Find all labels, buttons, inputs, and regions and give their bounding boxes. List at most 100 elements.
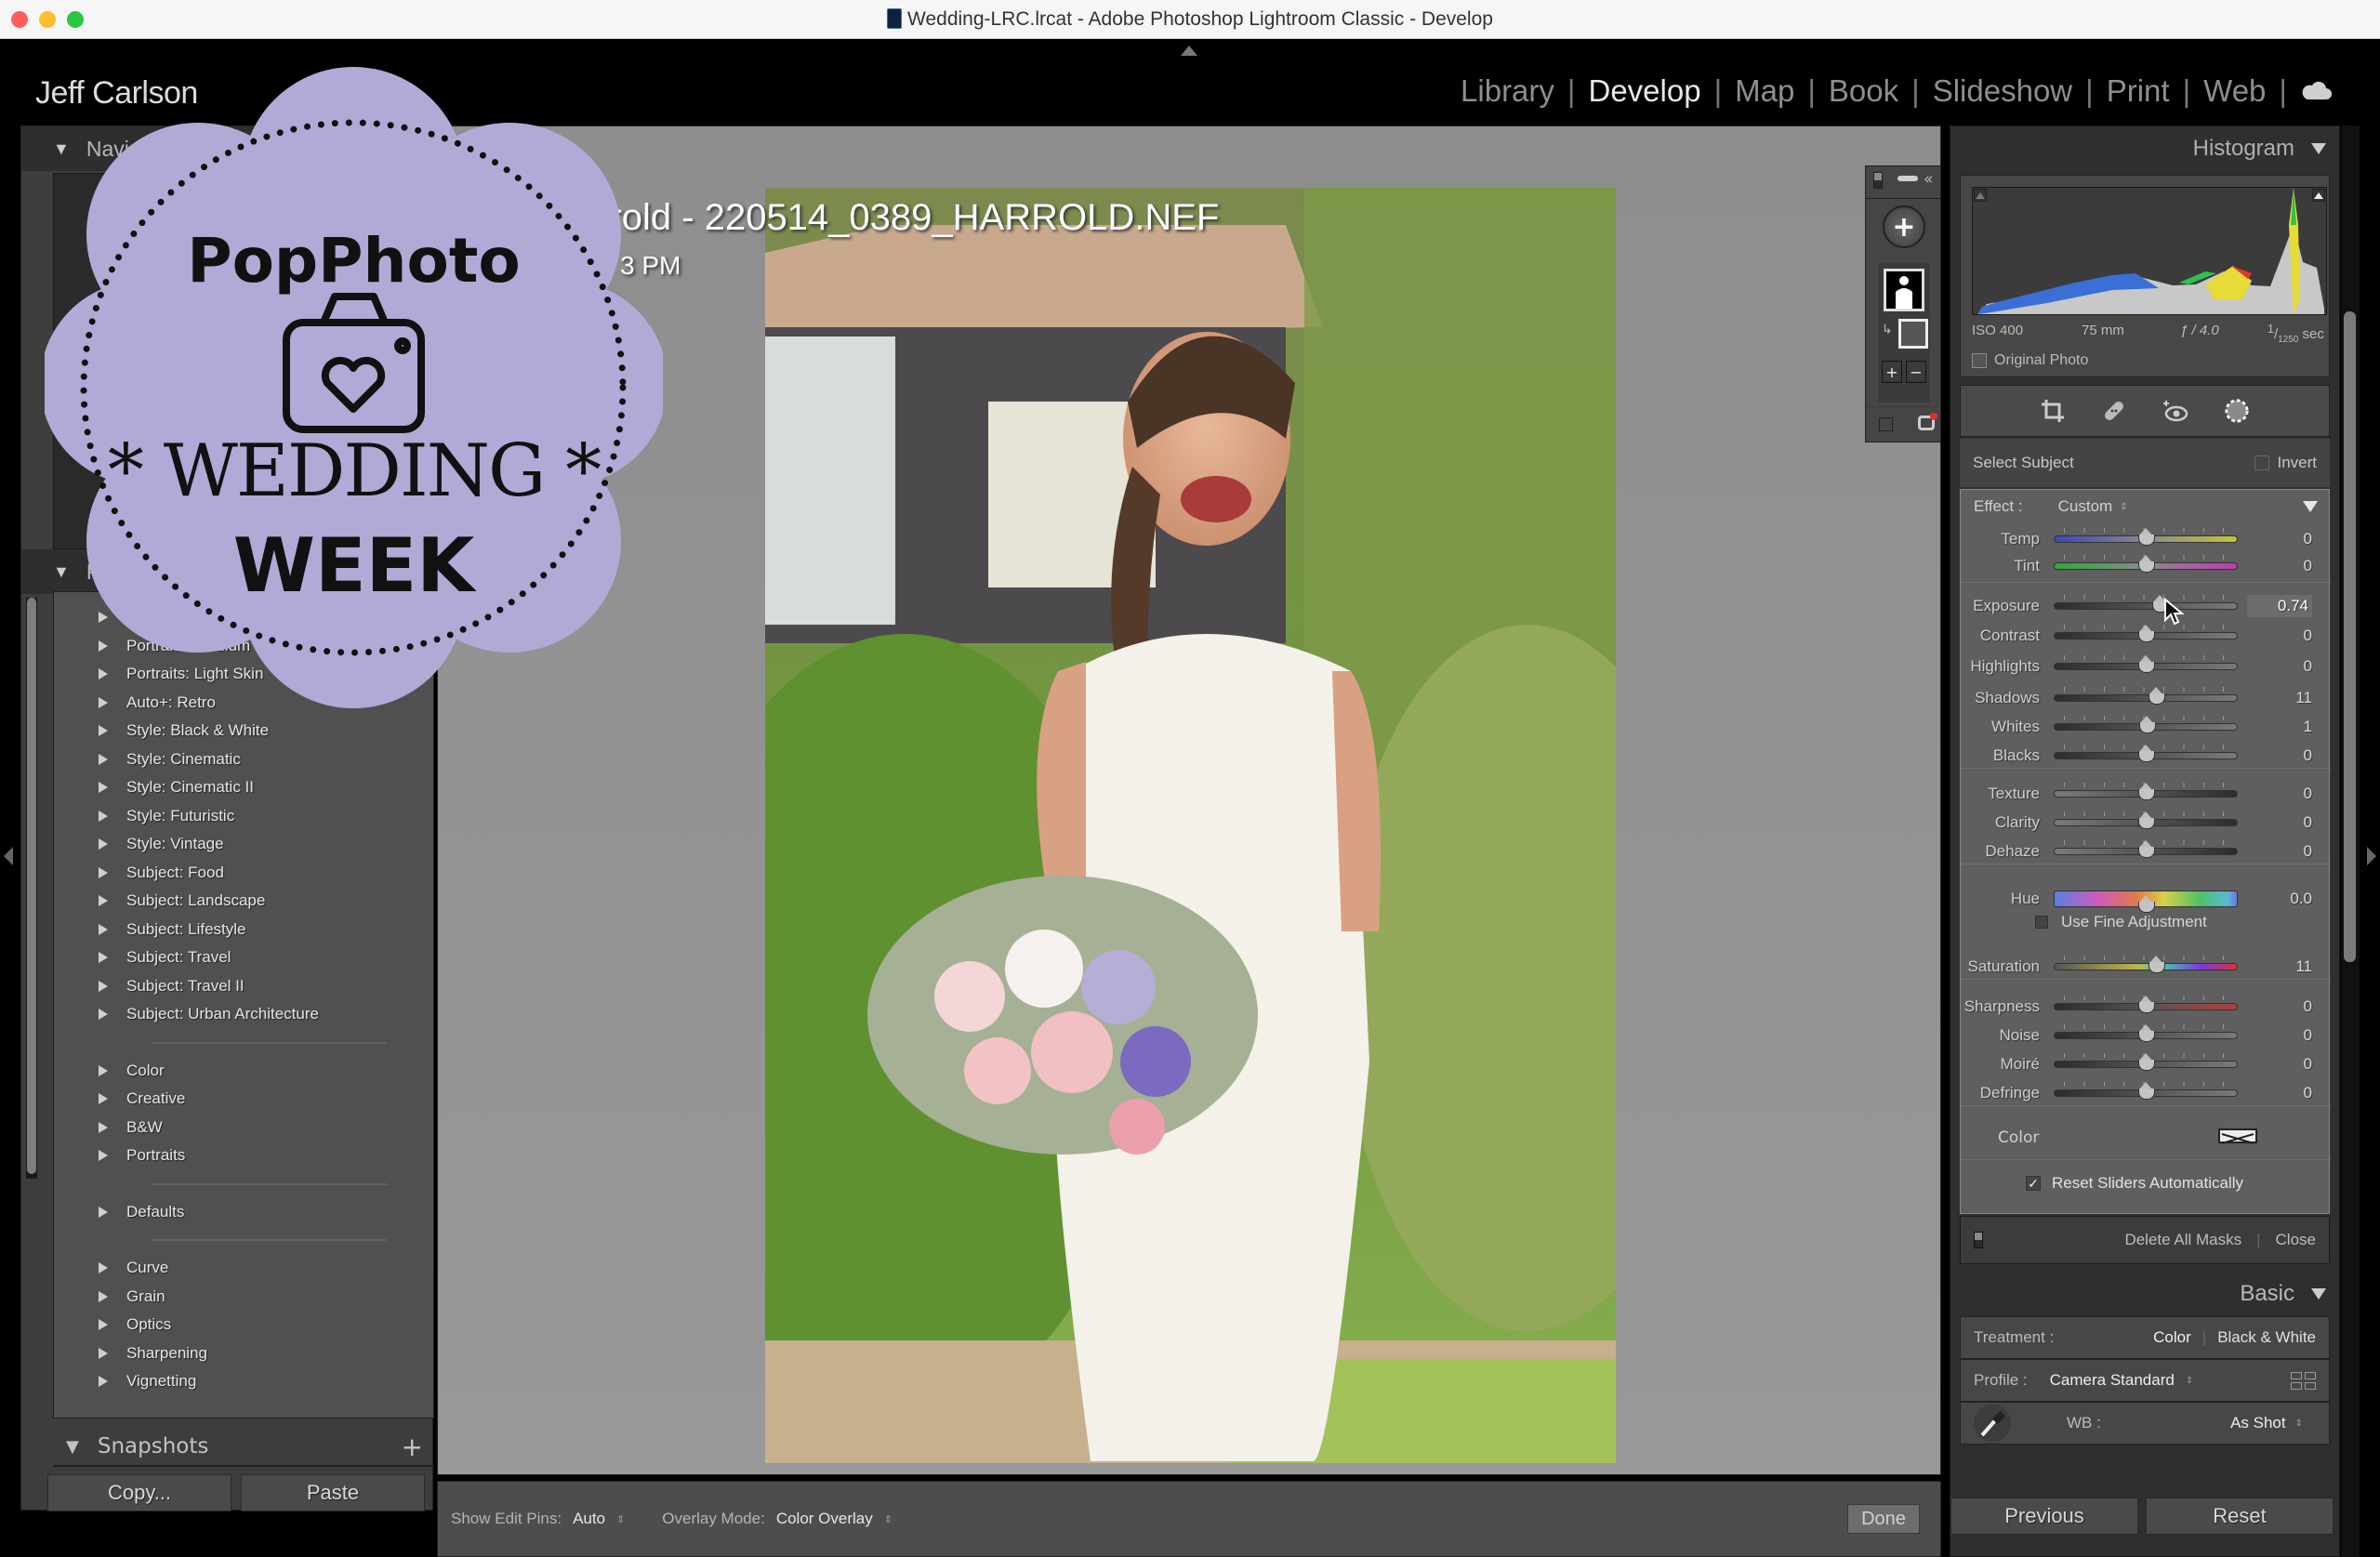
slider-value[interactable]: 0 [2247, 1055, 2312, 1074]
preset-folder[interactable]: Subject: Urban Architecture [54, 1000, 433, 1029]
module-web[interactable]: Web [2190, 73, 2279, 109]
subtract-from-mask-button[interactable]: − [1906, 361, 1926, 383]
reset-button[interactable]: Reset [2146, 1498, 2334, 1535]
overlay-color-icon[interactable] [1918, 413, 1937, 430]
module-book[interactable]: Book [1816, 73, 1911, 109]
slider-thumb[interactable] [2138, 1052, 2155, 1072]
preset-folder[interactable]: Optics [54, 1311, 433, 1339]
profile-select[interactable]: Camera Standard [2050, 1371, 2175, 1390]
slider-thumb[interactable] [2148, 956, 2165, 974]
slider-value[interactable]: 0 [2247, 813, 2312, 832]
slider-thumb[interactable] [2138, 995, 2155, 1014]
slider-thumb[interactable] [2138, 1081, 2155, 1101]
red-eye-icon[interactable] [2162, 398, 2188, 424]
histogram-graph[interactable] [1972, 187, 2327, 315]
slider-track[interactable] [2054, 840, 2238, 859]
slider-thumb[interactable] [2138, 1023, 2155, 1043]
collapse-sliders-icon[interactable] [2303, 501, 2318, 512]
slider-track[interactable] [2054, 1023, 2238, 1042]
slider-value[interactable]: 0 [2247, 842, 2312, 861]
module-print[interactable]: Print [2094, 73, 2183, 109]
slider-track[interactable] [2054, 687, 2238, 706]
add-snapshot-icon[interactable]: + [402, 1432, 423, 1462]
snapshots-header[interactable]: ▼ Snapshots + [53, 1428, 434, 1467]
left-panel-scrollbar[interactable] [26, 598, 37, 1179]
slider-track[interactable] [2054, 956, 2238, 974]
paste-settings-button[interactable]: Paste [241, 1474, 425, 1511]
slider-track[interactable] [2054, 594, 2238, 613]
close-masking-button[interactable]: Close [2276, 1231, 2316, 1249]
slider-thumb[interactable] [2138, 555, 2155, 574]
preset-folder[interactable]: Curve [54, 1254, 433, 1283]
preset-folder[interactable]: Grain [54, 1283, 433, 1312]
slider-value[interactable]: 0 [2247, 627, 2312, 645]
color-swatch[interactable] [2218, 1128, 2257, 1144]
delete-all-masks-button[interactable]: Delete All Masks [2124, 1231, 2241, 1249]
slider-value[interactable]: 0 [2247, 657, 2312, 676]
slider-track[interactable] [2054, 891, 2238, 914]
cloud-icon[interactable] [2287, 73, 2345, 109]
slider-value[interactable]: 0 [2247, 557, 2312, 575]
done-button[interactable]: Done [1847, 1504, 1920, 1534]
slider-thumb[interactable] [2138, 783, 2155, 801]
slider-value[interactable]: 0 [2247, 785, 2312, 803]
mask-name-label[interactable]: Select Subject [1973, 454, 2074, 472]
top-panel-toggle-icon[interactable] [1181, 46, 1197, 56]
previous-button[interactable]: Previous [1950, 1498, 2138, 1535]
preset-folder[interactable]: Subject: Travel [54, 943, 433, 972]
invert-checkbox[interactable] [2254, 455, 2270, 470]
shadow-clipping-indicator[interactable] [1974, 189, 1987, 202]
slider-track[interactable] [2054, 783, 2238, 801]
preset-folder[interactable]: Style: Vintage [54, 830, 433, 859]
slider-track[interactable] [2054, 1052, 2238, 1071]
slider-value[interactable]: 0 [2247, 746, 2312, 765]
crop-icon[interactable] [2040, 398, 2066, 424]
copy-settings-button[interactable]: Copy... [47, 1474, 231, 1511]
show-edit-pins-select[interactable]: Auto [573, 1510, 605, 1528]
slider-thumb[interactable] [2138, 654, 2155, 674]
select-subject-mask-icon[interactable] [1898, 319, 1928, 349]
effect-preset-select[interactable]: Custom [2058, 497, 2113, 516]
preset-folder[interactable]: Portraits [54, 1141, 433, 1170]
masking-icon[interactable] [2224, 398, 2250, 424]
original-photo-toggle[interactable]: Original Photo [1972, 352, 2088, 369]
module-develop[interactable]: Develop [1575, 73, 1713, 109]
slider-thumb[interactable] [2138, 527, 2155, 547]
preset-folder[interactable]: Style: Black & White [54, 717, 433, 746]
histogram-header[interactable]: Histogram [1950, 126, 2339, 171]
slider-track[interactable] [2054, 654, 2238, 673]
slider-track[interactable] [2054, 555, 2238, 574]
healing-icon[interactable] [2101, 398, 2127, 424]
mask-enable-toggle[interactable] [1974, 1232, 1983, 1248]
preset-folder[interactable]: Subject: Food [54, 859, 433, 888]
wb-eyedropper-icon[interactable] [1974, 1405, 2011, 1442]
scrollbar-thumb[interactable] [27, 598, 36, 1174]
wb-select[interactable]: As Shot [2230, 1414, 2286, 1432]
slider-track[interactable] [2054, 995, 2238, 1013]
module-slideshow[interactable]: Slideshow [1920, 73, 2085, 109]
preset-folder[interactable]: Sharpening [54, 1339, 433, 1368]
preset-folder[interactable]: Defaults [54, 1198, 433, 1227]
scrollbar-thumb[interactable] [2344, 311, 2356, 962]
slider-thumb[interactable] [2148, 687, 2165, 706]
slider-value[interactable]: 0 [2247, 1084, 2312, 1102]
slider-value[interactable]: 0.0 [2247, 890, 2312, 908]
slider-value[interactable]: 0 [2247, 997, 2312, 1016]
slider-track[interactable] [2054, 811, 2238, 830]
slider-track[interactable] [2054, 745, 2238, 763]
preset-folder[interactable]: Subject: Travel II [54, 972, 433, 1001]
fine-adjustment-checkbox[interactable] [2035, 916, 2048, 929]
preset-folder[interactable]: Creative [54, 1085, 433, 1114]
module-library[interactable]: Library [1448, 73, 1567, 109]
preset-folder[interactable]: Vignetting [54, 1367, 433, 1396]
slider-track[interactable] [2054, 1081, 2238, 1100]
slider-thumb[interactable] [2138, 745, 2155, 763]
preset-folder[interactable]: Subject: Landscape [54, 887, 433, 916]
slider-track[interactable] [2054, 527, 2238, 546]
slider-track[interactable] [2054, 716, 2238, 734]
slider-value[interactable]: 0 [2247, 1026, 2312, 1045]
show-overlay-checkbox[interactable] [1879, 417, 1893, 431]
slider-thumb[interactable] [2138, 811, 2155, 830]
mask-thumbnail[interactable] [1884, 269, 1924, 311]
right-panel-toggle-icon[interactable] [2367, 847, 2376, 865]
